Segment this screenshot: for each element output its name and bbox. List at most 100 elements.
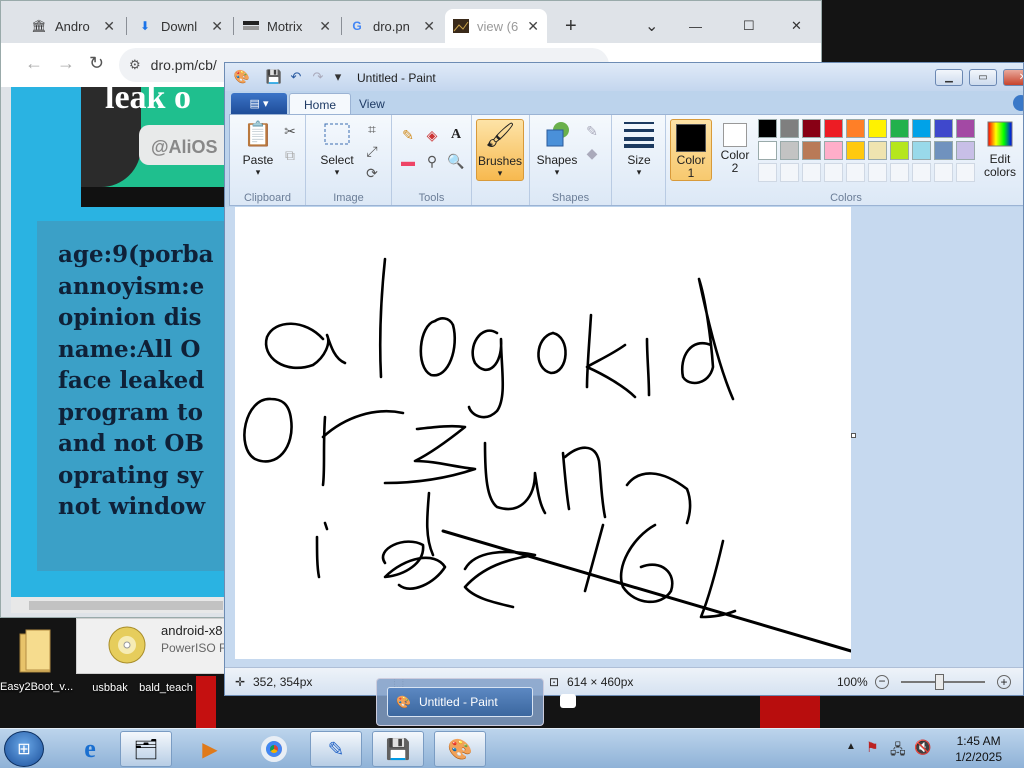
color1-button[interactable]: Color 1 [670,119,712,181]
crop-icon[interactable]: ⌗ [362,119,382,139]
palette-swatch[interactable] [758,141,777,160]
fill-shape-icon[interactable]: ◆ [582,143,602,163]
palette-swatch[interactable] [912,141,931,160]
palette-swatch[interactable] [956,141,975,160]
palette-swatch-empty[interactable] [780,163,799,182]
palette-swatch[interactable] [934,119,953,138]
rotate-icon[interactable]: ⟳ [362,163,382,183]
paste-button[interactable]: 📋 Paste ▾ [236,119,280,178]
fill-icon[interactable]: ◈ [422,125,442,145]
palette-swatch[interactable] [912,119,931,138]
palette-swatch[interactable] [890,141,909,160]
magnifier-icon[interactable]: 🔍 [446,151,466,171]
help-icon[interactable] [1013,95,1023,111]
tab-downloads[interactable]: ⬇ Downl ✕ [129,9,231,43]
customize-qat-icon[interactable]: ▾ [329,69,347,85]
close-icon[interactable]: ✕ [211,18,223,35]
clock[interactable]: 1:45 AM 1/2/2025 [955,733,1002,765]
desktop-icon-easy2boot[interactable]: Easy2Boot_v... [0,628,73,693]
drawing-canvas[interactable] [235,207,851,659]
taskbar-preview-item[interactable]: 🎨 Untitled - Paint [387,687,533,717]
redo-icon[interactable]: ↷ [309,69,327,85]
palette-swatch[interactable] [758,119,777,138]
file-menu-button[interactable]: ▤ ▾ [231,93,287,114]
palette-swatch-empty[interactable] [868,163,887,182]
close-icon[interactable]: ✕ [423,18,435,35]
tab-search-button[interactable]: ⌄ [637,9,667,43]
palette-swatch-empty[interactable] [802,163,821,182]
taskbar-ie[interactable]: e [64,731,116,767]
palette-swatch[interactable] [846,141,865,160]
taskbar-explorer[interactable]: 🗂 [120,731,172,767]
paint-close-button[interactable]: ✕ [1003,69,1023,86]
palette-swatch[interactable] [868,119,887,138]
palette-swatch[interactable] [890,119,909,138]
horizontal-scrollbar[interactable] [11,597,223,613]
taskbar-preview[interactable]: 🎨 Untitled - Paint [376,678,544,726]
taskbar-app-floppy[interactable]: 💾 [372,731,424,767]
tab-view[interactable]: view (6 ✕ [445,9,547,43]
back-icon[interactable]: ← [25,53,43,74]
close-icon[interactable]: ✕ [527,18,539,35]
text-icon[interactable]: A [446,125,466,145]
cut-icon[interactable]: ✂ [280,121,300,141]
download-item[interactable]: android-x8 PowerISO Fi [76,618,229,674]
palette-swatch-empty[interactable] [846,163,865,182]
color-picker-icon[interactable]: ⚲ [422,151,442,171]
zoom-out-button[interactable]: − [875,675,889,689]
taskbar-media-player[interactable]: ▶ [184,731,236,767]
scrollbar-thumb[interactable] [29,601,223,610]
eraser-icon[interactable]: ▬ [398,151,418,171]
zoom-slider-thumb[interactable] [935,674,944,690]
palette-swatch[interactable] [802,141,821,160]
palette-swatch-empty[interactable] [912,163,931,182]
palette-swatch-empty[interactable] [890,163,909,182]
shapes-button[interactable]: Shapes ▾ [534,119,580,178]
size-button[interactable]: Size ▾ [618,119,660,178]
taskbar-chrome[interactable] [248,731,300,767]
brushes-button[interactable]: 🖌 Brushes ▾ [476,119,524,181]
color2-button[interactable]: Color 2 [714,119,756,181]
tab-view[interactable]: View [345,93,399,115]
network-icon[interactable]: 🖧 [890,739,906,763]
palette-swatch-empty[interactable] [758,163,777,182]
taskbar-paint[interactable]: 🎨 [434,731,486,767]
show-hidden-icons[interactable]: ▲ [846,741,856,752]
outline-icon[interactable]: ✎ [582,121,602,141]
tab-android[interactable]: 🏛 Andro ✕ [23,9,123,43]
resize-handle-right[interactable] [851,433,856,438]
close-icon[interactable]: ✕ [103,18,115,35]
close-icon[interactable]: ✕ [319,18,331,35]
palette-swatch[interactable] [824,119,843,138]
new-tab-button[interactable]: + [557,9,587,43]
paint-maximize-button[interactable]: ▭ [969,69,997,86]
resize-icon[interactable]: ⤢ [362,141,382,161]
save-icon[interactable]: 💾 [265,69,283,85]
palette-swatch[interactable] [868,141,887,160]
palette-swatch[interactable] [780,141,799,160]
undo-icon[interactable]: ↶ [287,69,305,85]
volume-icon[interactable]: 🔇 [914,739,931,756]
tab-motrix[interactable]: Motrix ✕ [235,9,339,43]
palette-swatch[interactable] [824,141,843,160]
palette-swatch[interactable] [956,119,975,138]
palette-swatch[interactable] [780,119,799,138]
action-center-icon[interactable]: ⚑ [866,739,879,756]
close-window-button[interactable]: ✕ [783,9,813,43]
forward-icon[interactable]: → [57,53,75,74]
copy-icon[interactable]: ⧉ [280,145,300,165]
palette-swatch-empty[interactable] [956,163,975,182]
tab-dro-pm[interactable]: G dro.pn ✕ [341,9,443,43]
start-button[interactable]: ⊞ [4,731,44,767]
reload-icon[interactable]: ↻ [89,53,104,74]
select-button[interactable]: Select ▾ [314,119,360,178]
tab-home[interactable]: Home [289,93,352,115]
palette-swatch[interactable] [846,119,865,138]
palette-swatch[interactable] [934,141,953,160]
maximize-button[interactable]: ☐ [735,9,765,43]
pencil-icon[interactable]: ✎ [398,125,418,145]
paint-minimize-button[interactable]: ▁ [935,69,963,86]
palette-swatch[interactable] [802,119,821,138]
taskbar-app-pen[interactable]: ✎ [310,731,362,767]
edit-colors-button[interactable]: Edit colors [978,119,1022,179]
